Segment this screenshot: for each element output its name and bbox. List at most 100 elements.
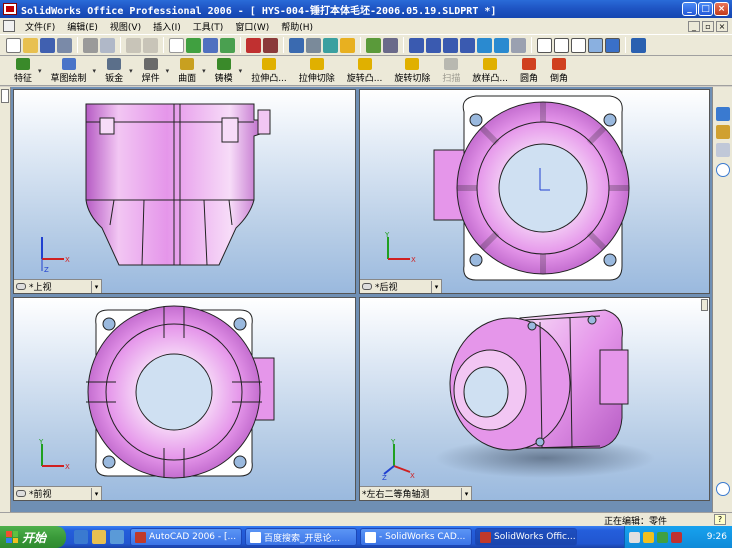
grid-icon[interactable] <box>246 37 261 53</box>
features-dropdown[interactable]: ▾ <box>38 67 42 75</box>
feature-manager-collapsed[interactable] <box>0 87 11 512</box>
menu-tools[interactable]: 工具(T) <box>187 20 230 33</box>
taskbar-button-solidworks-cad[interactable]: - SolidWorks CAD... <box>360 528 472 546</box>
undo-icon[interactable] <box>126 37 141 53</box>
view-dropdown-icon[interactable]: ▾ <box>431 280 441 293</box>
view-dropdown-icon[interactable]: ▾ <box>91 280 101 293</box>
sheet-metal-dropdown[interactable]: ▾ <box>129 67 133 75</box>
viewport-label-top[interactable]: *上视 ▾ <box>14 279 102 293</box>
print-preview-icon[interactable] <box>100 37 115 53</box>
viewport-isometric[interactable]: Y X Z *左右二等角轴测 ▾ <box>359 297 710 501</box>
zoom-in-out-icon[interactable] <box>443 37 458 53</box>
loft-button[interactable]: 放样凸... <box>466 56 514 85</box>
display-state-icon[interactable] <box>289 37 304 53</box>
weldments-button[interactable]: 焊件 <box>136 56 166 85</box>
solidworks-app-icon[interactable] <box>3 3 17 15</box>
redo-icon[interactable] <box>143 37 158 53</box>
fillet-button[interactable]: 圆角 <box>514 56 544 85</box>
collapse-pane-icon[interactable] <box>716 482 730 496</box>
mass-properties-icon[interactable] <box>383 37 398 53</box>
panel-toggle-icon[interactable] <box>1 89 9 103</box>
edit-color-icon[interactable] <box>323 37 338 53</box>
weldments-dropdown[interactable]: ▾ <box>166 67 170 75</box>
zoom-selection-icon[interactable] <box>460 37 475 53</box>
taskbar-button-autocad[interactable]: AutoCAD 2006 - [... <box>130 528 242 546</box>
open-folder-icon[interactable] <box>23 37 38 53</box>
rebuild-icon[interactable] <box>186 37 201 53</box>
shaded-with-edges-icon[interactable] <box>588 37 603 53</box>
viewport-top[interactable]: X Z *上视 ▾ <box>13 89 356 294</box>
mold-tools-dropdown[interactable]: ▾ <box>239 67 243 75</box>
pan-icon[interactable] <box>494 37 509 53</box>
viewport-label-isometric[interactable]: *左右二等角轴测 ▾ <box>360 486 472 500</box>
minimize-button[interactable]: _ <box>682 2 697 16</box>
zoom-area-icon[interactable] <box>426 37 441 53</box>
view-orientation-icon[interactable] <box>511 37 526 53</box>
speaker-icon[interactable] <box>643 531 654 543</box>
zoom-to-fit-icon[interactable] <box>409 37 424 53</box>
expand-pane-icon[interactable] <box>716 163 730 177</box>
surfaces-dropdown[interactable]: ▾ <box>202 67 206 75</box>
maximize-button[interactable]: □ <box>698 2 713 16</box>
wireframe-icon[interactable] <box>537 37 552 53</box>
features-button[interactable]: 特征 <box>8 56 38 85</box>
sketch-button[interactable]: 草图绘制 <box>45 56 93 85</box>
extruded-boss-button[interactable]: 拉伸凸... <box>245 56 293 85</box>
select-arrow-icon[interactable] <box>169 37 184 53</box>
sweep-button[interactable]: 扫描 <box>436 56 466 85</box>
document-icon[interactable] <box>3 20 15 32</box>
file-explorer-icon[interactable] <box>716 143 730 157</box>
chamfer-button[interactable]: 倒角 <box>544 56 574 85</box>
sketch-icon[interactable] <box>220 37 235 53</box>
viewport-front[interactable]: Y X *前视 ▾ <box>13 297 356 501</box>
design-library-icon[interactable] <box>716 125 730 139</box>
shaded-icon[interactable] <box>605 37 620 53</box>
sketch-dropdown[interactable]: ▾ <box>93 67 97 75</box>
print-icon[interactable] <box>83 37 98 53</box>
mold-tools-button[interactable]: 铸模 <box>209 56 239 85</box>
folder-icon[interactable] <box>92 530 106 544</box>
menu-edit[interactable]: 编辑(E) <box>61 20 104 33</box>
help-icon[interactable] <box>340 37 355 53</box>
viewport-back[interactable]: Y X *后视 ▾ <box>359 89 710 294</box>
taskbar-button-solidworks-office[interactable]: SolidWorks Offic... <box>475 528 577 546</box>
solidworks-resources-icon[interactable] <box>716 107 730 121</box>
measure-icon[interactable] <box>366 37 381 53</box>
rotate-view-icon[interactable] <box>477 37 492 53</box>
doc-close-button[interactable]: × <box>716 20 728 32</box>
viewport-label-front[interactable]: *前视 ▾ <box>14 486 102 500</box>
revolved-boss-button[interactable]: 旋转凸... <box>341 56 389 85</box>
antivirus-icon[interactable] <box>671 531 682 543</box>
snap-icon[interactable] <box>263 37 278 53</box>
surfaces-button[interactable]: 曲面 <box>172 56 202 85</box>
menu-help[interactable]: 帮助(H) <box>275 20 319 33</box>
taskbar-button-browser[interactable]: 百度搜索_开思论... <box>245 528 357 546</box>
viewport-label-back[interactable]: *后视 ▾ <box>360 279 442 293</box>
revolved-cut-button[interactable]: 旋转切除 <box>388 56 436 85</box>
menu-view[interactable]: 视图(V) <box>104 20 147 33</box>
help-button[interactable]: ? <box>714 514 726 525</box>
hidden-lines-visible-icon[interactable] <box>554 37 569 53</box>
sheet-metal-button[interactable]: 钣金 <box>99 56 129 85</box>
hidden-lines-removed-icon[interactable] <box>571 37 586 53</box>
close-button[interactable]: × <box>714 2 729 16</box>
start-button[interactable]: 开始 <box>0 526 66 548</box>
doc-restore-button[interactable]: ▫ <box>702 20 714 32</box>
new-document-icon[interactable] <box>6 37 21 53</box>
doc-minimize-button[interactable]: _ <box>688 20 700 32</box>
clock[interactable]: 9:26 <box>707 532 727 542</box>
view-dropdown-icon[interactable]: ▾ <box>91 487 101 500</box>
ie-icon[interactable] <box>74 530 88 544</box>
menu-window[interactable]: 窗口(W) <box>229 20 275 33</box>
menu-insert[interactable]: 插入(I) <box>147 20 187 33</box>
extruded-cut-button[interactable]: 拉伸切除 <box>293 56 341 85</box>
network-icon[interactable] <box>629 531 640 543</box>
menu-file[interactable]: 文件(F) <box>19 20 61 33</box>
security-icon[interactable] <box>657 531 668 543</box>
view-settings-icon[interactable] <box>631 37 646 53</box>
options-icon[interactable] <box>203 37 218 53</box>
graphics-area[interactable]: X Z *上视 ▾ Y X *后视 ▾ Y X *前视 ▾ Y X Z *左右二… <box>0 87 712 512</box>
save-all-icon[interactable] <box>57 37 72 53</box>
appearance-icon[interactable] <box>306 37 321 53</box>
save-icon[interactable] <box>40 37 55 53</box>
